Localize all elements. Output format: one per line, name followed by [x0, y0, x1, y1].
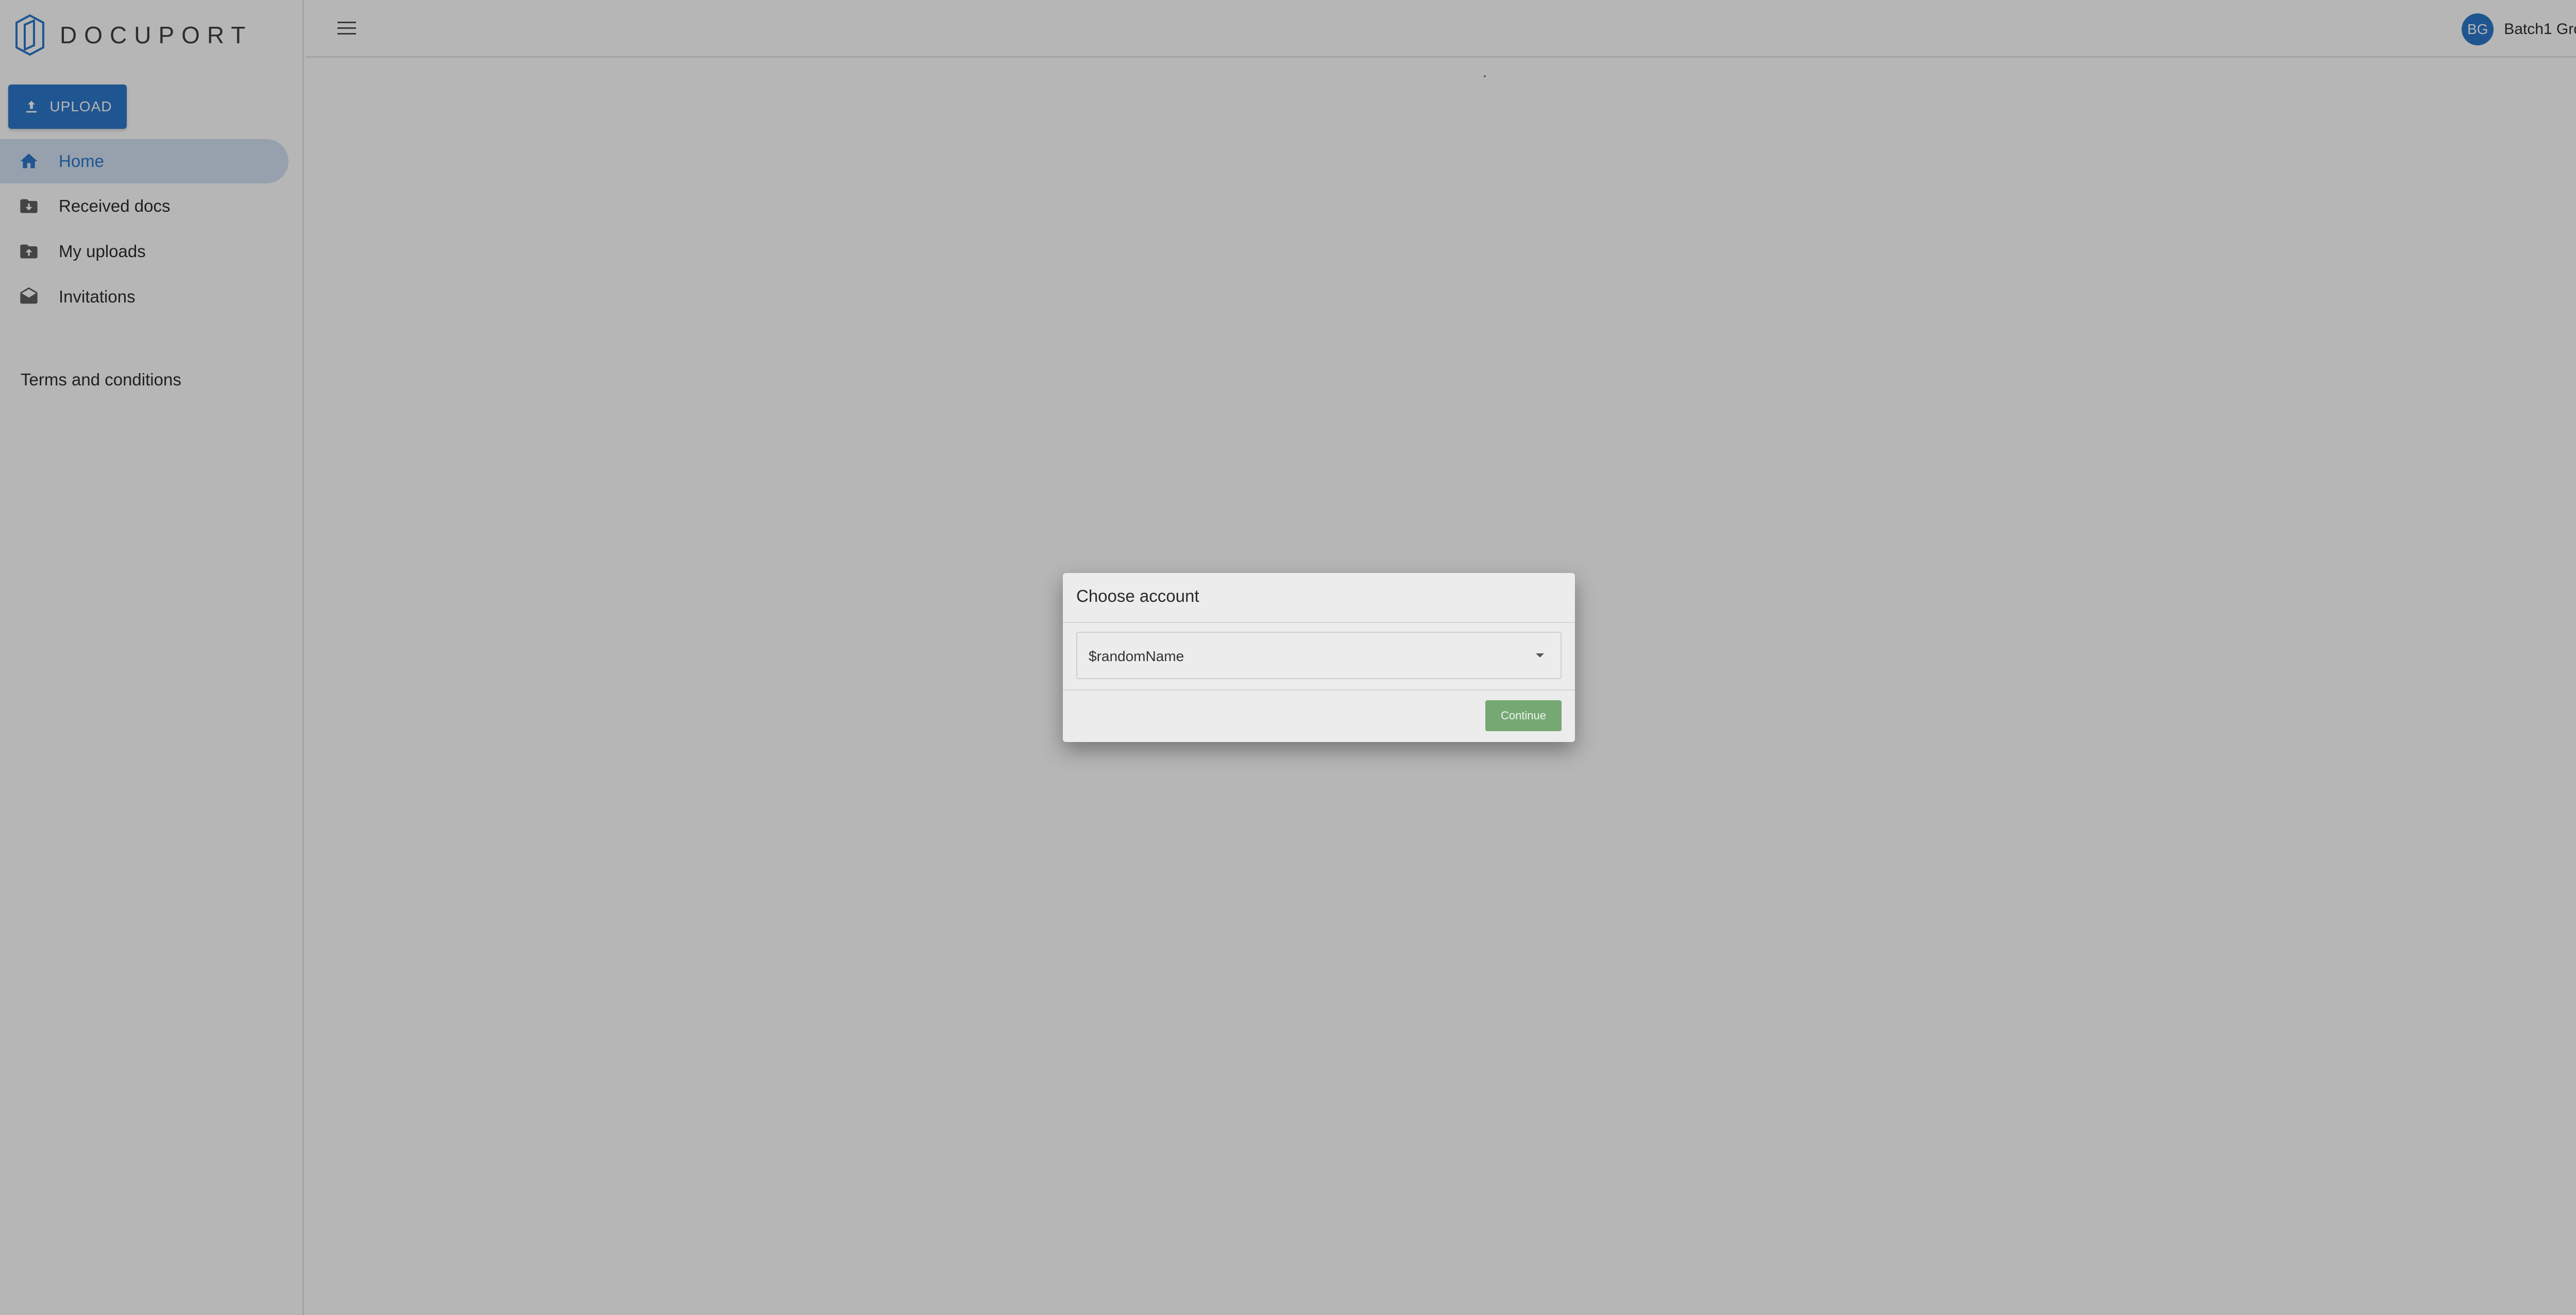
dialog-title: Choose account: [1076, 586, 1199, 605]
continue-button[interactable]: Continue: [1485, 700, 1562, 731]
account-select[interactable]: $randomName: [1076, 632, 1562, 679]
divider: [1063, 689, 1575, 690]
account-select-value: $randomName: [1089, 648, 1184, 664]
app-root: DOCUPORT UPLOAD Home Received docs My up: [0, 0, 2576, 1315]
caret-down-icon: [1536, 653, 1544, 658]
divider: [1063, 622, 1575, 623]
choose-account-dialog: Choose account $randomName Continue: [1063, 573, 1575, 742]
